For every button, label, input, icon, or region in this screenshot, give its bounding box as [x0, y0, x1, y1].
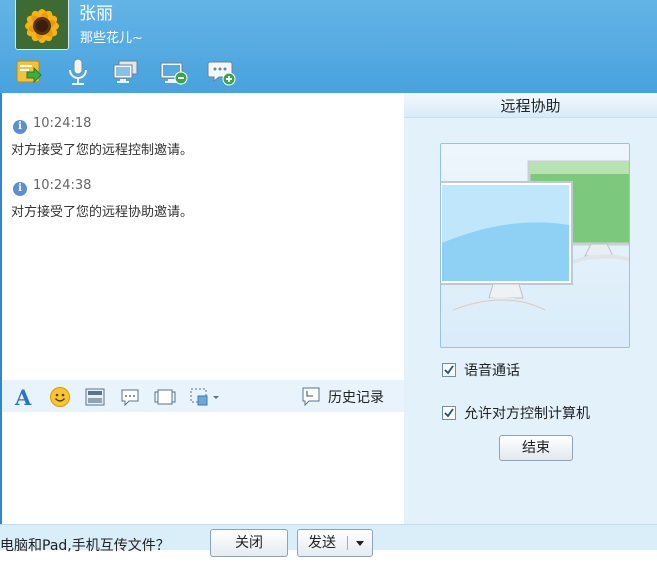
system-message: 对方接受了您的远程控制邀请。	[11, 143, 194, 158]
add-chat-icon[interactable]	[207, 57, 237, 87]
voice-call-checkbox[interactable]: 语音通话	[442, 360, 520, 380]
remote-assist-panel: 远程协助 语音通话 允许对方控制计算机 结束	[404, 93, 657, 524]
file-transfer-tip-link[interactable]: 电脑和Pad,手机互传文件？	[0, 535, 170, 555]
contact-signature: 那些花儿~	[80, 31, 143, 46]
microphone-icon[interactable]	[63, 57, 93, 87]
system-message: 对方接受了您的远程协助邀请。	[11, 205, 194, 220]
svg-text:A: A	[14, 386, 32, 408]
message-input[interactable]	[0, 412, 404, 524]
image-icon[interactable]	[84, 386, 106, 408]
voice-call-label: 语音通话	[464, 363, 520, 379]
message-bubble-icon[interactable]	[119, 386, 141, 408]
bottom-bar: 电脑和Pad,手机互传文件？ 关闭 发送	[0, 524, 657, 557]
message-time-text: 10:24:18	[33, 116, 92, 131]
end-button[interactable]: 结束	[499, 435, 573, 461]
message-timestamp: i 10:24:38	[13, 178, 91, 196]
send-divider	[347, 536, 348, 550]
contact-name[interactable]: 张丽	[79, 0, 113, 24]
allow-control-label: 允许对方控制计算机	[464, 406, 590, 422]
history-label: 历史记录	[328, 390, 384, 406]
history-button[interactable]: 历史记录	[300, 386, 384, 408]
font-icon[interactable]: A	[13, 385, 35, 410]
message-timestamp: i 10:24:18	[13, 116, 91, 134]
message-time-text: 10:24:38	[33, 178, 92, 193]
chevron-down-icon[interactable]	[351, 530, 369, 556]
format-toolbar: A 历史记录	[0, 380, 404, 412]
checkbox-checked-icon[interactable]	[442, 406, 456, 420]
remote-assist-icon[interactable]	[159, 57, 189, 87]
chat-header: 张丽 那些花儿~	[0, 0, 657, 93]
send-label: 发送	[308, 535, 336, 551]
file-transfer-icon[interactable]	[14, 57, 44, 87]
screenshot-icon[interactable]	[189, 386, 221, 408]
panel-title: 远程协助	[404, 93, 657, 118]
remote-monitor-illustration	[440, 143, 630, 348]
info-icon: i	[13, 182, 27, 196]
avatar[interactable]	[15, 0, 69, 50]
close-button[interactable]: 关闭	[210, 529, 288, 557]
history-icon	[302, 387, 320, 407]
message-list[interactable]: i 10:24:18 对方接受了您的远程控制邀请。 i 10:24:38 对方接受了…	[0, 93, 404, 380]
checkbox-checked-icon[interactable]	[442, 363, 456, 377]
allow-control-checkbox[interactable]: 允许对方控制计算机	[442, 403, 590, 423]
remote-desktop-icon[interactable]	[111, 57, 141, 87]
info-icon: i	[13, 120, 27, 134]
window-left-border	[0, 93, 2, 549]
emoji-icon[interactable]	[49, 386, 71, 408]
video-icon[interactable]	[154, 386, 176, 408]
send-button[interactable]: 发送	[297, 529, 373, 557]
